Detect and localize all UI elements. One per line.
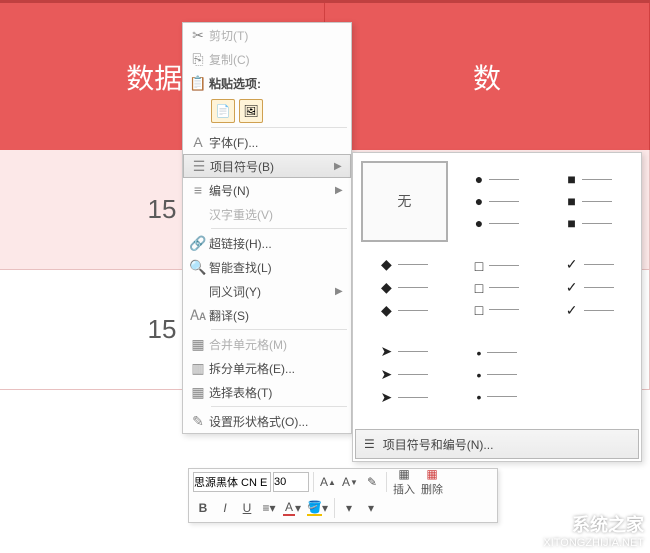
chevron-right-icon: ▶	[334, 161, 346, 172]
bullets-flyout: 无 ● ● ● ■ ■ ■ ◆ ◆ ◆ □ □ □ ✓ ✓ ✓ ➤ ➤	[352, 152, 642, 462]
menu-synonyms[interactable]: 同义词(Y) ▶	[183, 279, 351, 303]
bullet-none[interactable]: 无	[361, 161, 448, 242]
bullet-arrow[interactable]: ➤ ➤ ➤	[361, 334, 448, 415]
menu-label: 智能查找(L)	[209, 259, 347, 276]
clipboard-icon: 📋	[187, 75, 209, 92]
format-painter-button[interactable]: ✎	[362, 472, 382, 492]
font-name-select[interactable]	[193, 472, 271, 492]
menu-bullets[interactable]: ☰ 项目符号(B) ▶	[183, 154, 351, 178]
list-icon: ☰	[364, 437, 375, 451]
bullets-footer-label: 项目符号和编号(N)...	[383, 436, 494, 453]
menu-label: 项目符号(B)	[210, 158, 334, 175]
bullets-icon: ☰	[188, 158, 210, 175]
bullet-checkmark[interactable]: ✓ ✓ ✓	[546, 248, 633, 329]
format-shape-icon: ✎	[187, 413, 209, 430]
bold-button[interactable]: B	[193, 498, 213, 518]
menu-label: 选择表格(T)	[209, 384, 347, 401]
menu-cut: ✂ 剪切(T)	[183, 23, 351, 47]
menu-ime-reconvert: 汉字重选(V)	[183, 202, 351, 226]
dropdown-icon[interactable]: ▾	[361, 498, 381, 518]
font-size-select[interactable]	[273, 472, 309, 492]
separator	[334, 498, 335, 518]
bullet-filled-square[interactable]: ■ ■ ■	[546, 161, 633, 242]
shrink-font-button[interactable]: A▼	[340, 472, 360, 492]
menu-label: 复制(C)	[209, 51, 347, 68]
separator	[211, 406, 347, 407]
paste-options-row: 📄 🖼	[183, 95, 351, 125]
separator	[211, 329, 347, 330]
menu-label: 粘贴选项:	[209, 75, 347, 92]
separator	[313, 472, 314, 492]
menu-label: 拆分单元格(E)...	[209, 360, 347, 377]
font-icon: A	[187, 134, 209, 150]
search-icon: 🔍	[187, 259, 209, 276]
bullet-none-label: 无	[397, 191, 411, 211]
merge-icon: ▦	[187, 336, 209, 353]
split-icon: ▥	[187, 360, 209, 377]
bullets-and-numbering-button[interactable]: ☰ 项目符号和编号(N)...	[355, 429, 639, 459]
translate-icon: 🗛	[187, 307, 209, 324]
menu-label: 字体(F)...	[209, 134, 347, 151]
menu-label: 设置形状格式(O)...	[209, 413, 347, 430]
header-cell: 数	[325, 3, 650, 150]
context-menu: ✂ 剪切(T) ⎘ 复制(C) 📋 粘贴选项: 📄 🖼 A 字体(F)... ☰…	[182, 22, 352, 434]
menu-label: 同义词(Y)	[209, 283, 335, 300]
watermark: 系统之家 XITONGZHIJIA.NET	[543, 511, 644, 549]
copy-icon: ⎘	[187, 51, 209, 68]
scissors-icon: ✂	[187, 27, 209, 44]
menu-label: 剪切(T)	[209, 27, 347, 44]
menu-smart-lookup[interactable]: 🔍 智能查找(L)	[183, 255, 351, 279]
mini-toolbar-row-1: A▲ A▼ ✎ ▦ 插入 ▦ 删除	[189, 469, 497, 495]
mini-toolbar-row-2: B I U ≡▾ A▾ 🪣▾ ▾ ▾	[189, 495, 497, 521]
separator	[211, 127, 347, 128]
bullets-grid: 无 ● ● ● ■ ■ ■ ◆ ◆ ◆ □ □ □ ✓ ✓ ✓ ➤ ➤	[353, 153, 641, 423]
bullet-diamond[interactable]: ◆ ◆ ◆	[361, 248, 448, 329]
align-button[interactable]: ≡▾	[259, 498, 279, 518]
paste-picture-button[interactable]: 🖼	[239, 99, 263, 123]
bullet-filled-circle[interactable]: ● ● ●	[454, 161, 541, 242]
mini-toolbar: A▲ A▼ ✎ ▦ 插入 ▦ 删除 B I U ≡▾ A▾ 🪣▾ ▾ ▾	[188, 468, 498, 523]
chevron-right-icon: ▶	[335, 185, 347, 196]
menu-label: 超链接(H)...	[209, 235, 347, 252]
paste-keep-formatting-button[interactable]: 📄	[211, 99, 235, 123]
delete-button[interactable]: ▦ 删除	[419, 467, 445, 497]
bullet-hollow-square[interactable]: □ □ □	[454, 248, 541, 329]
menu-label: 编号(N)	[209, 182, 335, 199]
font-color-button[interactable]: A▾	[281, 498, 303, 518]
bullet-small-dot[interactable]: • • •	[454, 334, 541, 415]
numbering-icon: ≡	[187, 182, 209, 198]
underline-button[interactable]: U	[237, 498, 257, 518]
italic-button[interactable]: I	[215, 498, 235, 518]
watermark-brand: 系统之家	[572, 511, 644, 537]
menu-select-table[interactable]: ▦ 选择表格(T)	[183, 380, 351, 404]
menu-format-shape[interactable]: ✎ 设置形状格式(O)...	[183, 409, 351, 433]
menu-split-cells[interactable]: ▥ 拆分单元格(E)...	[183, 356, 351, 380]
chevron-right-icon: ▶	[335, 286, 347, 297]
hyperlink-icon: 🔗	[187, 235, 209, 252]
menu-hyperlink[interactable]: 🔗 超链接(H)...	[183, 231, 351, 255]
table-delete-icon: ▦	[426, 467, 437, 481]
separator	[211, 228, 347, 229]
insert-button[interactable]: ▦ 插入	[391, 467, 417, 497]
menu-label: 翻译(S)	[209, 307, 347, 324]
watermark-url: XITONGZHIJIA.NET	[543, 537, 644, 549]
dropdown-icon[interactable]: ▾	[339, 498, 359, 518]
menu-copy: ⎘ 复制(C)	[183, 47, 351, 71]
menu-translate[interactable]: 🗛 翻译(S)	[183, 303, 351, 327]
menu-font[interactable]: A 字体(F)...	[183, 130, 351, 154]
table-icon: ▦	[187, 384, 209, 401]
menu-label: 汉字重选(V)	[209, 206, 347, 223]
table-insert-icon: ▦	[398, 467, 409, 481]
menu-merge-cells: ▦ 合并单元格(M)	[183, 332, 351, 356]
grow-font-button[interactable]: A▲	[318, 472, 338, 492]
separator	[386, 472, 387, 492]
bullet-cell-empty	[546, 334, 633, 415]
menu-numbering[interactable]: ≡ 编号(N) ▶	[183, 178, 351, 202]
fill-color-button[interactable]: 🪣▾	[305, 498, 330, 518]
menu-paste-options-header: 📋 粘贴选项:	[183, 71, 351, 95]
menu-label: 合并单元格(M)	[209, 336, 347, 353]
